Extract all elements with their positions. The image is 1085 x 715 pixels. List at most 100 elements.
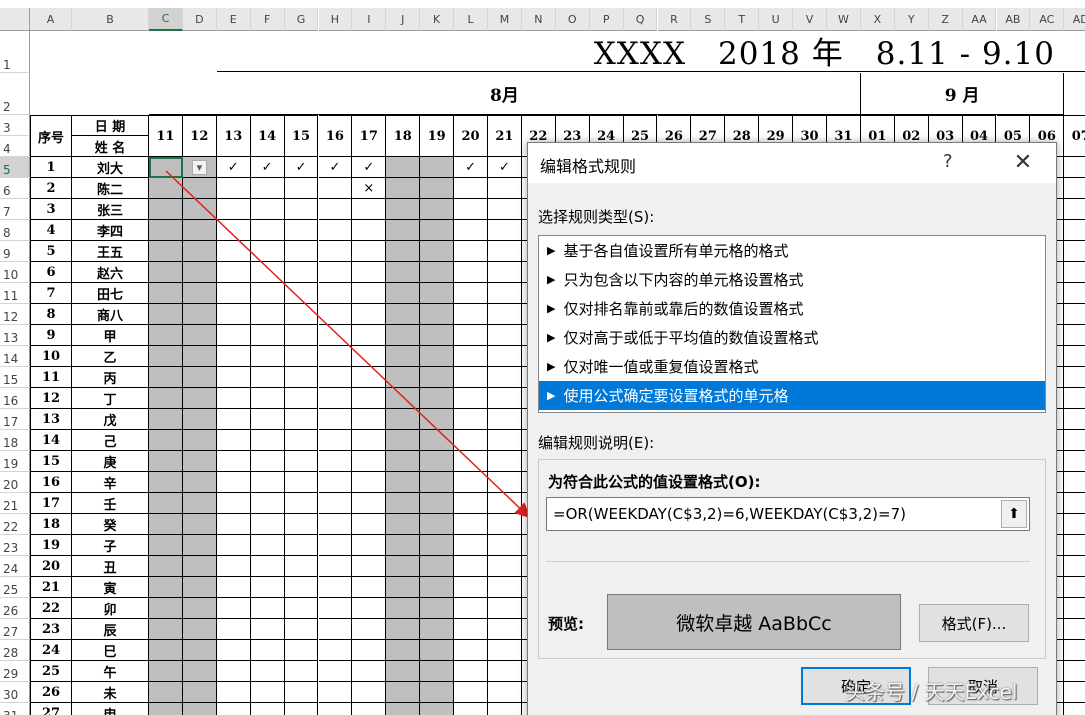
rule-type-item[interactable]: ▶ 仅对高于或低于平均值的数值设置格式 xyxy=(539,323,1045,352)
attendance-cell[interactable] xyxy=(149,682,183,703)
attendance-cell[interactable] xyxy=(182,514,217,535)
attendance-cell[interactable] xyxy=(352,703,387,715)
attendance-cell[interactable] xyxy=(420,367,455,388)
attendance-cell[interactable] xyxy=(1064,157,1085,178)
attendance-cell[interactable] xyxy=(149,703,183,715)
attendance-cell[interactable]: × xyxy=(352,178,387,199)
attendance-cell[interactable] xyxy=(488,661,522,682)
attendance-cell[interactable] xyxy=(217,703,251,715)
attendance-cell[interactable] xyxy=(352,430,387,451)
collapse-dialog-icon[interactable]: ⬆ xyxy=(1001,500,1027,528)
column-header-N[interactable]: N xyxy=(521,8,556,31)
attendance-cell[interactable] xyxy=(1064,472,1085,493)
attendance-cell[interactable] xyxy=(182,598,217,619)
attendance-cell[interactable] xyxy=(318,535,353,556)
attendance-cell[interactable] xyxy=(250,430,285,451)
selected-cell[interactable] xyxy=(149,157,183,178)
row-header-5[interactable]: 5 xyxy=(0,157,30,178)
attendance-cell[interactable] xyxy=(250,640,285,661)
attendance-cell[interactable] xyxy=(1064,577,1085,598)
attendance-cell[interactable] xyxy=(182,346,217,367)
attendance-cell[interactable] xyxy=(488,241,522,262)
attendance-cell[interactable] xyxy=(149,304,183,325)
column-header-K[interactable]: K xyxy=(420,8,455,31)
attendance-cell[interactable] xyxy=(182,325,217,346)
attendance-cell[interactable] xyxy=(386,262,421,283)
attendance-cell[interactable] xyxy=(1064,304,1085,325)
attendance-cell[interactable] xyxy=(149,325,183,346)
attendance-cell[interactable]: ✓ xyxy=(454,157,488,178)
attendance-cell[interactable] xyxy=(420,346,455,367)
attendance-cell[interactable] xyxy=(284,262,319,283)
attendance-cell[interactable] xyxy=(454,325,488,346)
row-header-28[interactable]: 28 xyxy=(0,640,30,661)
column-header-B[interactable]: B xyxy=(72,8,149,31)
attendance-cell[interactable] xyxy=(284,514,319,535)
attendance-cell[interactable] xyxy=(318,283,353,304)
attendance-cell[interactable] xyxy=(149,556,183,577)
help-button[interactable]: ? xyxy=(943,151,953,172)
attendance-cell[interactable] xyxy=(250,682,285,703)
attendance-cell[interactable] xyxy=(216,682,251,703)
row-header-15[interactable]: 15 xyxy=(0,367,30,388)
attendance-cell[interactable] xyxy=(182,220,217,241)
attendance-cell[interactable] xyxy=(386,472,421,493)
attendance-cell[interactable] xyxy=(284,325,319,346)
attendance-cell[interactable] xyxy=(318,493,353,514)
attendance-cell[interactable] xyxy=(216,472,251,493)
attendance-cell[interactable] xyxy=(420,577,455,598)
attendance-cell[interactable] xyxy=(1064,493,1085,514)
row-header-21[interactable]: 21 xyxy=(0,493,30,514)
attendance-cell[interactable] xyxy=(250,241,285,262)
attendance-cell[interactable] xyxy=(216,346,251,367)
attendance-cell[interactable] xyxy=(182,430,217,451)
attendance-cell[interactable] xyxy=(318,640,353,661)
attendance-cell[interactable] xyxy=(454,493,488,514)
row-header-16[interactable]: 16 xyxy=(0,388,30,409)
attendance-cell[interactable] xyxy=(318,304,353,325)
attendance-cell[interactable] xyxy=(352,598,387,619)
attendance-cell[interactable] xyxy=(386,304,421,325)
attendance-cell[interactable] xyxy=(488,409,522,430)
attendance-cell[interactable] xyxy=(352,220,387,241)
attendance-cell[interactable] xyxy=(250,199,285,220)
attendance-cell[interactable] xyxy=(454,514,488,535)
row-header-17[interactable]: 17 xyxy=(0,409,30,430)
attendance-cell[interactable] xyxy=(420,640,455,661)
attendance-cell[interactable] xyxy=(420,472,455,493)
select-all-corner[interactable] xyxy=(0,8,30,31)
attendance-cell[interactable] xyxy=(386,220,421,241)
attendance-cell[interactable] xyxy=(250,409,285,430)
attendance-cell[interactable] xyxy=(182,283,217,304)
attendance-cell[interactable] xyxy=(386,178,421,199)
attendance-cell[interactable] xyxy=(284,409,319,430)
attendance-cell[interactable] xyxy=(318,346,353,367)
attendance-cell[interactable] xyxy=(420,661,455,682)
attendance-cell[interactable] xyxy=(216,556,251,577)
attendance-cell[interactable] xyxy=(386,514,421,535)
attendance-cell[interactable] xyxy=(216,430,251,451)
rule-type-item[interactable]: ▶ 只为包含以下内容的单元格设置格式 xyxy=(539,265,1045,294)
attendance-cell[interactable] xyxy=(216,199,251,220)
row-header-26[interactable]: 26 xyxy=(0,598,30,619)
attendance-cell[interactable] xyxy=(352,262,387,283)
column-header-O[interactable]: O xyxy=(555,8,590,31)
attendance-cell[interactable] xyxy=(284,535,319,556)
attendance-cell[interactable] xyxy=(386,493,421,514)
attendance-cell[interactable] xyxy=(352,493,387,514)
attendance-cell[interactable] xyxy=(1064,388,1085,409)
attendance-cell[interactable] xyxy=(250,472,285,493)
attendance-cell[interactable] xyxy=(386,157,421,178)
attendance-cell[interactable] xyxy=(386,640,421,661)
attendance-cell[interactable] xyxy=(250,367,285,388)
attendance-cell[interactable] xyxy=(318,262,353,283)
attendance-cell[interactable] xyxy=(318,472,353,493)
attendance-cell[interactable] xyxy=(250,598,285,619)
column-header-F[interactable]: F xyxy=(250,8,285,31)
row-header-8[interactable]: 8 xyxy=(0,220,30,241)
attendance-cell[interactable] xyxy=(420,388,455,409)
attendance-cell[interactable] xyxy=(420,409,455,430)
attendance-cell[interactable] xyxy=(182,409,217,430)
attendance-cell[interactable] xyxy=(386,325,421,346)
attendance-cell[interactable] xyxy=(386,409,421,430)
